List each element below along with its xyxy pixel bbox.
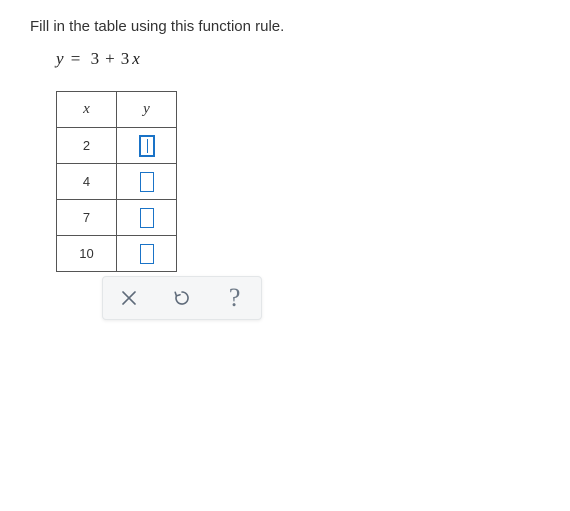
table-row: 7	[57, 200, 177, 236]
x-cell: 4	[57, 164, 117, 200]
variable-x: x	[132, 49, 140, 68]
x-cell: 7	[57, 200, 117, 236]
x-cell: 10	[57, 236, 117, 272]
equation-lhs: y	[56, 49, 64, 68]
answer-input[interactable]	[140, 244, 154, 264]
function-rule-equation: y = 3+3x	[56, 49, 540, 69]
answer-input[interactable]	[140, 136, 154, 156]
answer-toolbar: ?	[102, 276, 262, 320]
undo-icon	[173, 289, 191, 307]
y-cell	[117, 200, 177, 236]
function-table: x y 2 4 7	[56, 91, 262, 320]
close-icon	[121, 290, 137, 306]
plus-sign: +	[105, 49, 115, 68]
table-row: 4	[57, 164, 177, 200]
table-row: 10	[57, 236, 177, 272]
answer-input[interactable]	[140, 208, 154, 228]
y-cell	[117, 236, 177, 272]
coeff-3: 3	[121, 49, 130, 68]
y-cell	[117, 164, 177, 200]
reset-button[interactable]	[162, 280, 202, 316]
instruction-text: Fill in the table using this function ru…	[30, 18, 540, 35]
header-y: y	[117, 92, 177, 128]
answer-input[interactable]	[140, 172, 154, 192]
equals-sign: =	[71, 49, 81, 68]
table-header-row: x y	[57, 92, 177, 128]
help-button[interactable]: ?	[215, 280, 255, 316]
table-row: 2	[57, 128, 177, 164]
header-x: x	[57, 92, 117, 128]
clear-button[interactable]	[109, 280, 149, 316]
constant-3: 3	[91, 49, 100, 68]
x-cell: 2	[57, 128, 117, 164]
y-cell	[117, 128, 177, 164]
question-icon: ?	[229, 283, 241, 313]
